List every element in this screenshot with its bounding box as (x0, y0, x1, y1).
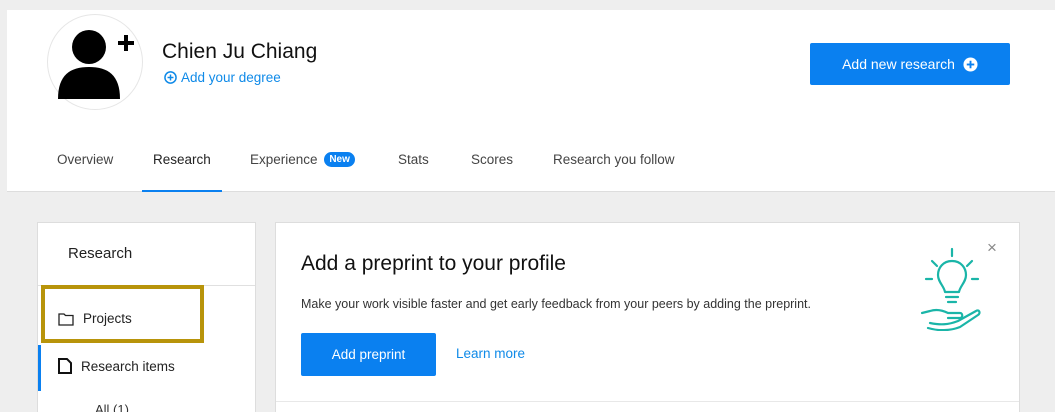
preprint-card: Add a preprint to your profile Make your… (275, 222, 1020, 412)
tab-overview[interactable]: Overview (57, 152, 113, 167)
card-description: Make your work visible faster and get ea… (301, 297, 811, 311)
profile-header: Chien Ju Chiang Add your degree Add new … (7, 10, 1055, 192)
add-new-research-button[interactable]: Add new research (810, 43, 1010, 85)
profile-name: Chien Ju Chiang (162, 40, 318, 63)
tab-scores[interactable]: Scores (471, 152, 513, 167)
plus-circle-icon (164, 71, 177, 84)
sidebar-item-label: Research items (81, 358, 175, 374)
card-divider (276, 401, 1019, 402)
sidebar-title: Research (68, 245, 133, 262)
add-new-research-label: Add new research (842, 56, 955, 72)
document-icon (58, 358, 72, 374)
tab-experience-label: Experience (250, 152, 318, 167)
active-tab-indicator (142, 190, 222, 192)
sidebar-item-research-items[interactable]: Research items (58, 358, 175, 374)
sidebar-subitem-all[interactable]: All (1) (95, 402, 129, 412)
top-strip (0, 0, 1055, 10)
tab-research-you-follow[interactable]: Research you follow (553, 152, 675, 167)
tab-research[interactable]: Research (153, 152, 211, 167)
new-badge: New (324, 152, 355, 167)
lightbulb-hand-icon (920, 247, 981, 331)
add-preprint-button[interactable]: Add preprint (301, 333, 436, 376)
tab-experience[interactable]: Experience New (250, 152, 355, 167)
avatar[interactable] (47, 14, 143, 110)
learn-more-link[interactable]: Learn more (456, 346, 525, 361)
plus-circle-filled-icon (963, 56, 978, 72)
highlight-box (41, 285, 204, 343)
close-icon[interactable]: × (987, 239, 997, 256)
add-degree-link[interactable]: Add your degree (164, 70, 281, 85)
add-person-icon (58, 30, 134, 99)
card-title: Add a preprint to your profile (301, 252, 566, 275)
active-item-indicator (38, 345, 41, 391)
add-degree-label: Add your degree (181, 70, 281, 85)
tab-stats[interactable]: Stats (398, 152, 429, 167)
